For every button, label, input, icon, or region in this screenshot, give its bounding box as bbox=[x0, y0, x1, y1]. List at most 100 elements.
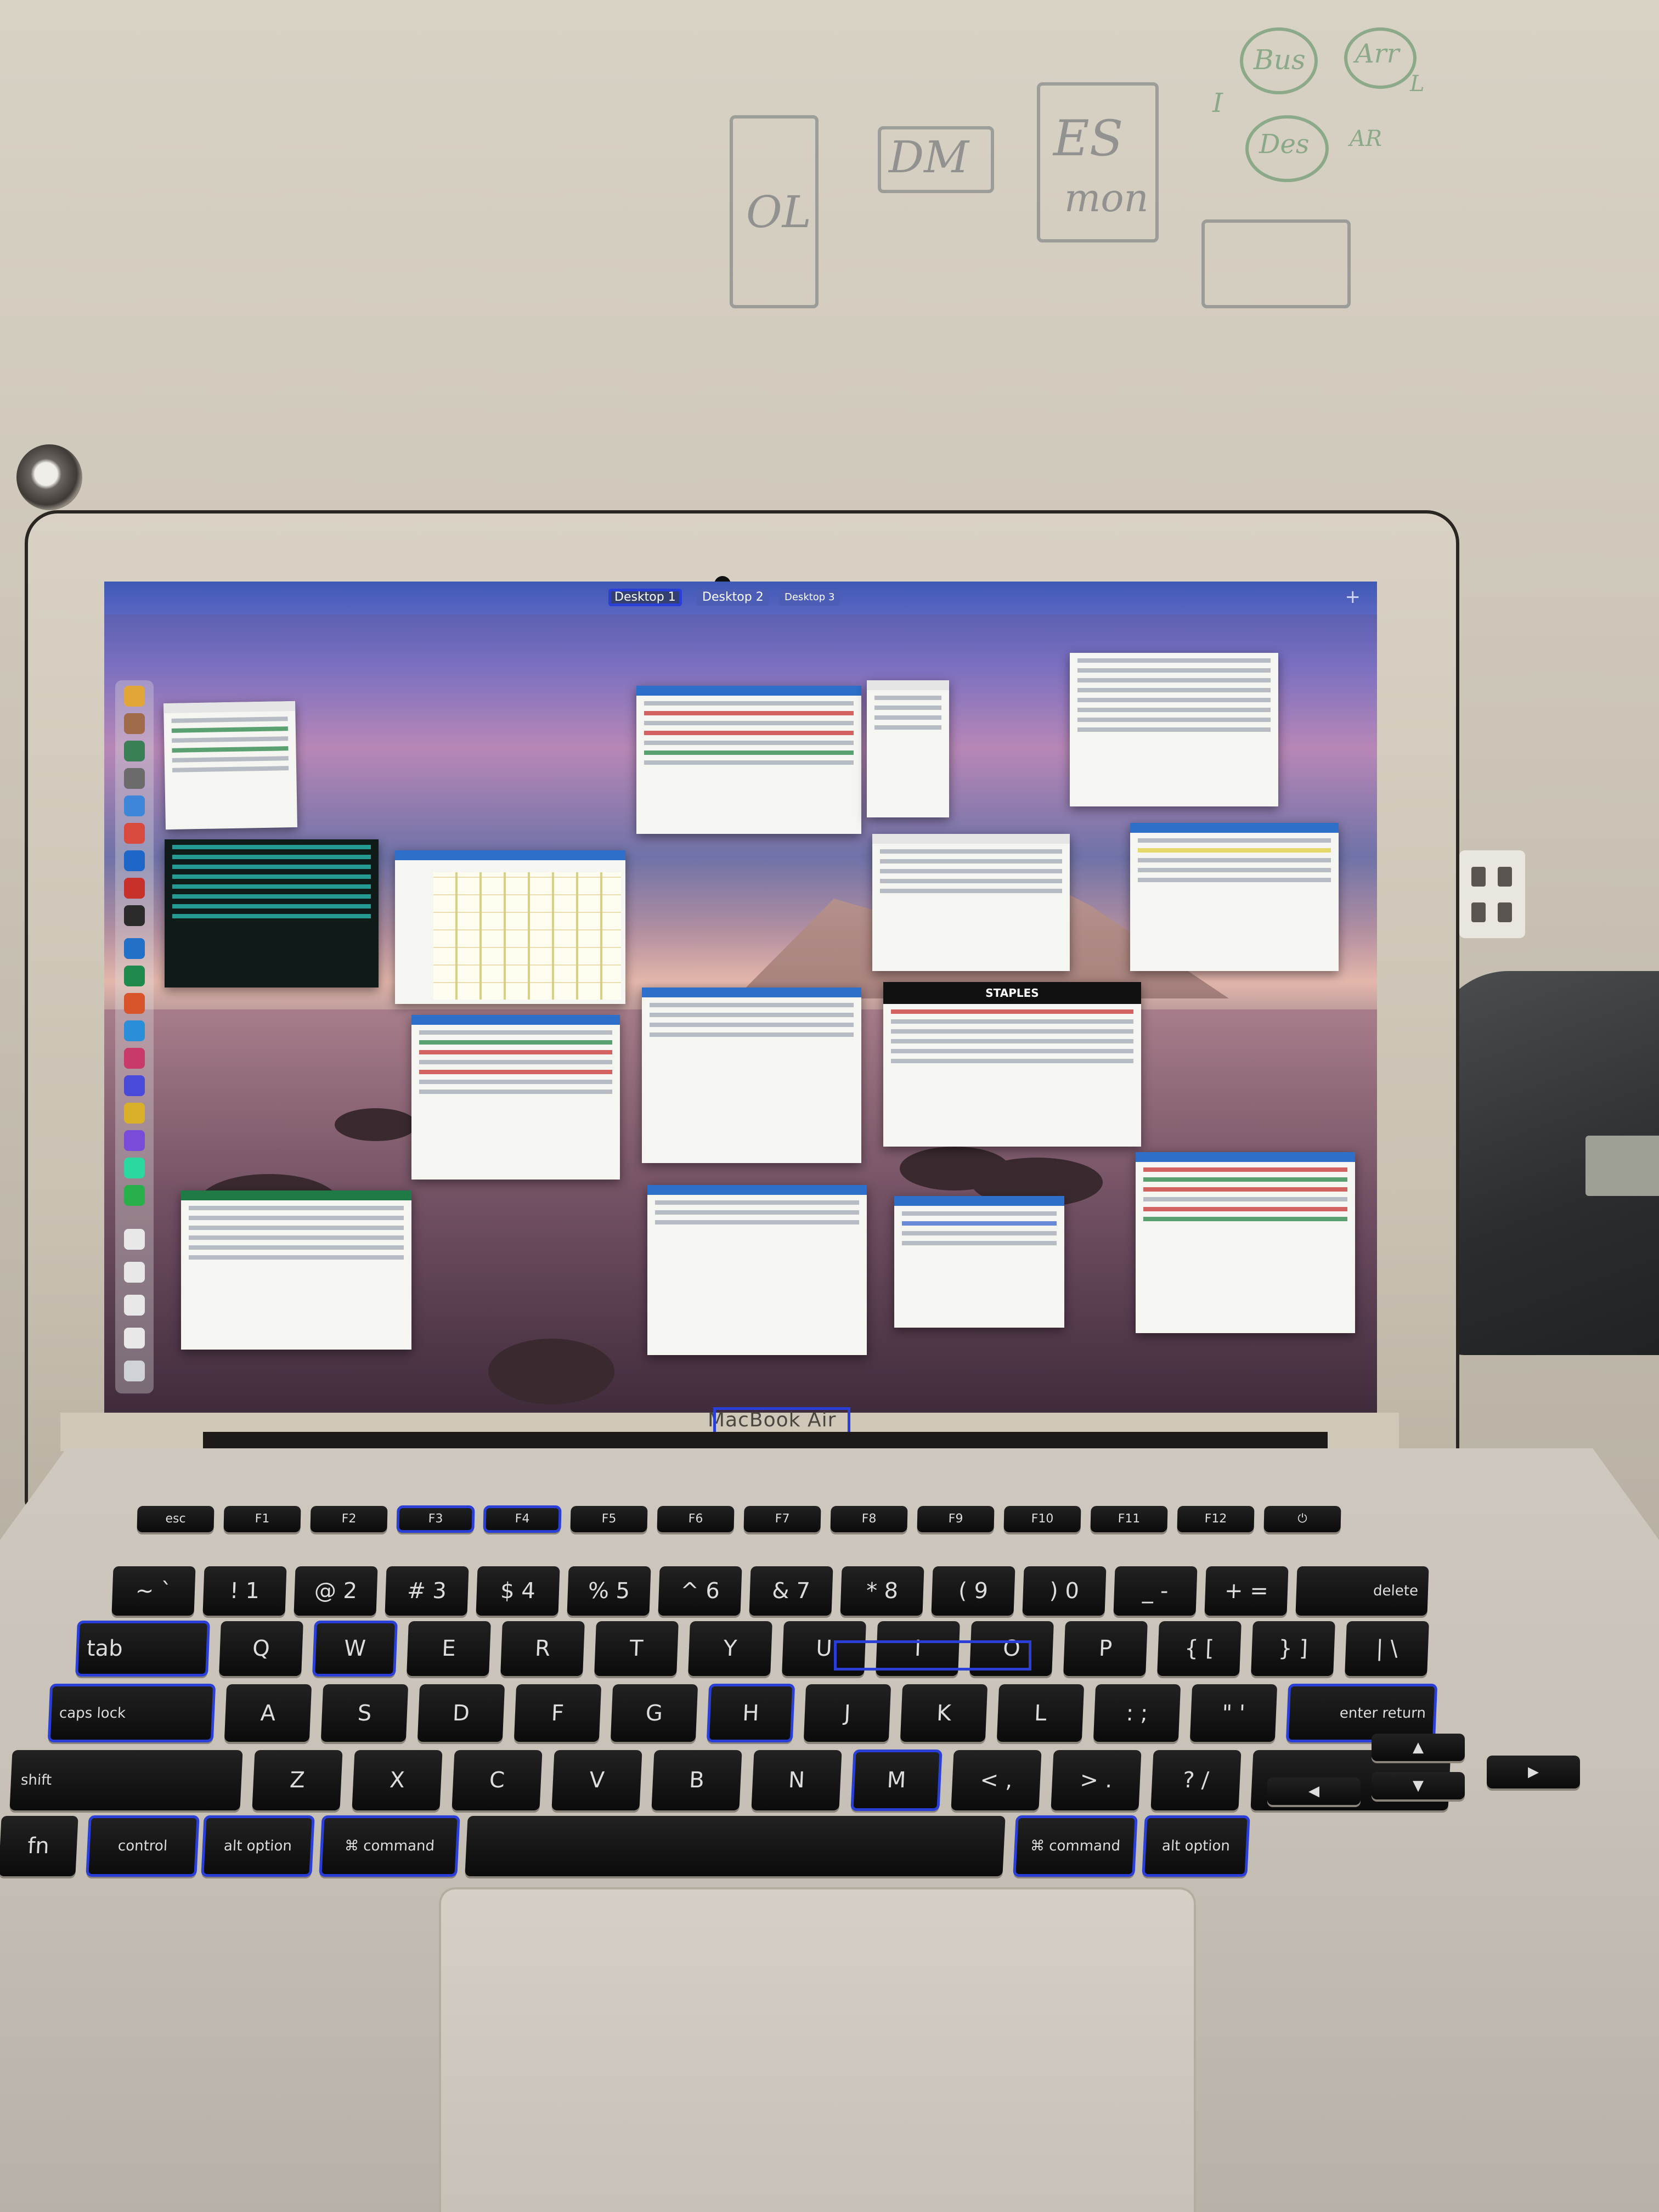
keyboard-key[interactable]: } ] bbox=[1251, 1621, 1335, 1676]
dock-folder-icon[interactable] bbox=[124, 1328, 145, 1348]
keyboard-key[interactable]: F5 bbox=[570, 1506, 648, 1532]
keyboard-key[interactable]: F bbox=[514, 1684, 602, 1742]
keyboard-key[interactable]: # 3 bbox=[385, 1566, 469, 1616]
keyboard-key[interactable]: L bbox=[996, 1684, 1085, 1742]
keyboard-key[interactable]: S bbox=[320, 1684, 409, 1742]
dock-app-icon[interactable] bbox=[124, 938, 145, 959]
keyboard-key[interactable]: G bbox=[610, 1684, 698, 1742]
keyboard-key[interactable]: > . bbox=[1051, 1750, 1142, 1810]
window-calendar[interactable] bbox=[395, 850, 625, 1004]
keyboard-key[interactable]: fn bbox=[0, 1816, 78, 1876]
keyboard-key[interactable]: ^ 6 bbox=[658, 1566, 742, 1616]
keyboard-key[interactable]: " ' bbox=[1189, 1684, 1278, 1742]
keyboard-key[interactable]: tab bbox=[75, 1621, 210, 1677]
dock-app-icon[interactable] bbox=[124, 795, 145, 816]
keyboard-key[interactable]: ⌘ command bbox=[319, 1815, 460, 1877]
keyboard-key[interactable] bbox=[465, 1816, 1006, 1876]
keyboard-key[interactable]: ( 9 bbox=[931, 1566, 1015, 1616]
keyboard-key[interactable]: F6 bbox=[657, 1506, 735, 1532]
keyboard-key[interactable]: Q bbox=[219, 1621, 303, 1676]
keyboard-key[interactable]: control bbox=[86, 1815, 200, 1877]
dock-folder-icon[interactable] bbox=[124, 1295, 145, 1316]
dock-app-icon[interactable] bbox=[124, 1158, 145, 1178]
keyboard-key[interactable]: F7 bbox=[743, 1506, 821, 1532]
dock-app-icon[interactable] bbox=[124, 905, 145, 926]
arrow-key[interactable]: ◀ bbox=[1267, 1778, 1361, 1805]
keyboard-key[interactable]: W bbox=[312, 1621, 398, 1677]
keyboard-key[interactable]: _ - bbox=[1113, 1566, 1198, 1616]
keyboard-key[interactable]: { [ bbox=[1157, 1621, 1242, 1676]
keyboard-key[interactable]: + = bbox=[1204, 1566, 1289, 1616]
dock-folder-icon[interactable] bbox=[124, 1262, 145, 1283]
keyboard-key[interactable]: ⏻ bbox=[1263, 1506, 1341, 1532]
keyboard-key[interactable]: D bbox=[417, 1684, 505, 1742]
keyboard-key[interactable]: J bbox=[803, 1684, 891, 1742]
keyboard-key[interactable]: F2 bbox=[310, 1506, 388, 1532]
keyboard-key[interactable]: T bbox=[594, 1621, 679, 1676]
keyboard-key[interactable]: F1 bbox=[223, 1506, 301, 1532]
arrow-key[interactable]: ▶ bbox=[1487, 1756, 1580, 1788]
keyboard-key[interactable]: < , bbox=[951, 1750, 1042, 1810]
keyboard-key[interactable]: R bbox=[500, 1621, 585, 1676]
keyboard-key[interactable]: ⌘ command bbox=[1013, 1815, 1138, 1877]
keyboard-key[interactable]: & 7 bbox=[749, 1566, 833, 1616]
keyboard-key[interactable]: shift bbox=[9, 1750, 243, 1810]
dock-app-icon[interactable] bbox=[124, 966, 145, 986]
window-outlook-mail[interactable] bbox=[636, 686, 861, 834]
keyboard-key[interactable]: alt option bbox=[201, 1815, 315, 1877]
arrow-key[interactable]: ▲ bbox=[1372, 1734, 1465, 1761]
keyboard-key[interactable]: Y bbox=[688, 1621, 772, 1676]
trash-icon[interactable] bbox=[124, 1361, 145, 1381]
keyboard-key[interactable]: % 5 bbox=[567, 1566, 651, 1616]
keyboard-key[interactable]: F3 bbox=[396, 1505, 475, 1533]
dock-app-icon[interactable] bbox=[124, 1130, 145, 1151]
keyboard-key[interactable]: V bbox=[551, 1750, 642, 1810]
keyboard-key[interactable]: F10 bbox=[1003, 1506, 1081, 1532]
window-outlook-thread[interactable] bbox=[894, 1196, 1064, 1328]
dock[interactable] bbox=[115, 680, 154, 1393]
keyboard-key[interactable]: Z bbox=[252, 1750, 343, 1810]
dock-app-icon[interactable] bbox=[124, 1185, 145, 1206]
keyboard-key[interactable]: ! 1 bbox=[202, 1566, 287, 1616]
window-code-editor[interactable] bbox=[1136, 1152, 1355, 1333]
dock-folder-icon[interactable] bbox=[124, 1229, 145, 1250]
space-desktop-1[interactable]: Desktop 1 bbox=[608, 589, 682, 606]
window-outlook-draft[interactable] bbox=[647, 1185, 867, 1355]
keyboard-key[interactable]: B bbox=[651, 1750, 742, 1810]
window-messages[interactable] bbox=[163, 701, 297, 830]
window-outlook-compose[interactable] bbox=[1130, 823, 1339, 971]
trackpad[interactable] bbox=[439, 1887, 1196, 2212]
keyboard-key[interactable]: P bbox=[1063, 1621, 1148, 1676]
dock-app-icon[interactable] bbox=[124, 850, 145, 871]
dock-app-icon[interactable] bbox=[124, 713, 145, 734]
keyboard-key[interactable]: K bbox=[900, 1684, 988, 1742]
keyboard-key[interactable]: ? / bbox=[1150, 1750, 1242, 1810]
window-document[interactable] bbox=[1070, 653, 1278, 806]
window-outlook-message[interactable] bbox=[411, 1015, 620, 1180]
dock-app-icon[interactable] bbox=[124, 768, 145, 789]
keyboard-key[interactable]: : ; bbox=[1093, 1684, 1181, 1742]
window-excel[interactable] bbox=[181, 1190, 411, 1350]
window-outlook-reply[interactable] bbox=[642, 988, 861, 1163]
keyboard-key[interactable]: ) 0 bbox=[1022, 1566, 1107, 1616]
window-finder[interactable] bbox=[872, 834, 1070, 971]
keyboard-key[interactable]: @ 2 bbox=[294, 1566, 378, 1616]
arrow-key[interactable]: ▼ bbox=[1372, 1772, 1465, 1799]
keyboard-key[interactable]: C bbox=[452, 1750, 543, 1810]
dock-app-icon[interactable] bbox=[124, 878, 145, 899]
window-contacts[interactable] bbox=[867, 680, 949, 817]
keyboard-key[interactable]: H bbox=[706, 1684, 795, 1742]
keyboard-key[interactable]: F4 bbox=[483, 1505, 562, 1533]
keyboard-key[interactable]: alt option bbox=[1142, 1815, 1250, 1877]
dock-app-icon[interactable] bbox=[124, 823, 145, 844]
window-browser-staples[interactable]: STAPLES bbox=[883, 982, 1141, 1147]
keyboard-key[interactable]: F12 bbox=[1177, 1506, 1255, 1532]
keyboard-key[interactable]: delete bbox=[1295, 1566, 1429, 1616]
dock-app-icon[interactable] bbox=[124, 741, 145, 761]
keyboard-key[interactable]: E bbox=[407, 1621, 491, 1676]
keyboard-key[interactable]: X bbox=[352, 1750, 443, 1810]
dock-app-icon[interactable] bbox=[124, 1020, 145, 1041]
keyboard-key[interactable]: M bbox=[850, 1750, 943, 1811]
keyboard-key[interactable]: F9 bbox=[917, 1506, 995, 1532]
keyboard-key[interactable]: F8 bbox=[830, 1506, 908, 1532]
